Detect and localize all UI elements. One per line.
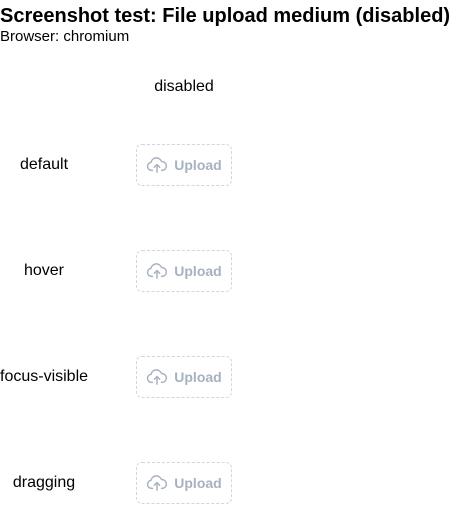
upload-button[interactable]: Upload xyxy=(136,250,232,292)
cloud-upload-icon xyxy=(146,156,168,174)
upload-button-label: Upload xyxy=(174,369,222,385)
state-row-focus-visible: focus-visible Upload xyxy=(0,356,240,398)
cloud-upload-icon xyxy=(146,368,168,386)
browser-info: Browser: chromium xyxy=(0,28,130,45)
state-label: dragging xyxy=(12,474,76,491)
cloud-upload-icon xyxy=(146,262,168,280)
upload-button-label: Upload xyxy=(174,157,222,173)
column-header-disabled: disabled xyxy=(154,78,214,95)
cloud-upload-icon xyxy=(146,474,168,492)
state-row-dragging: dragging Upload xyxy=(0,462,240,504)
screenshot-page: Screenshot test: File upload medium (dis… xyxy=(0,0,451,520)
upload-button-label: Upload xyxy=(174,475,222,491)
upload-button[interactable]: Upload xyxy=(136,144,232,186)
state-label: hover xyxy=(23,262,65,279)
upload-button-label: Upload xyxy=(174,263,222,279)
state-row-hover: hover Upload xyxy=(0,250,240,292)
state-label: default xyxy=(19,156,69,173)
page-title: Screenshot test: File upload medium (dis… xyxy=(0,5,451,27)
state-label: focus-visible xyxy=(0,368,89,385)
upload-button[interactable]: Upload xyxy=(136,462,232,504)
upload-button[interactable]: Upload xyxy=(136,356,232,398)
state-row-default: default Upload xyxy=(0,144,240,186)
